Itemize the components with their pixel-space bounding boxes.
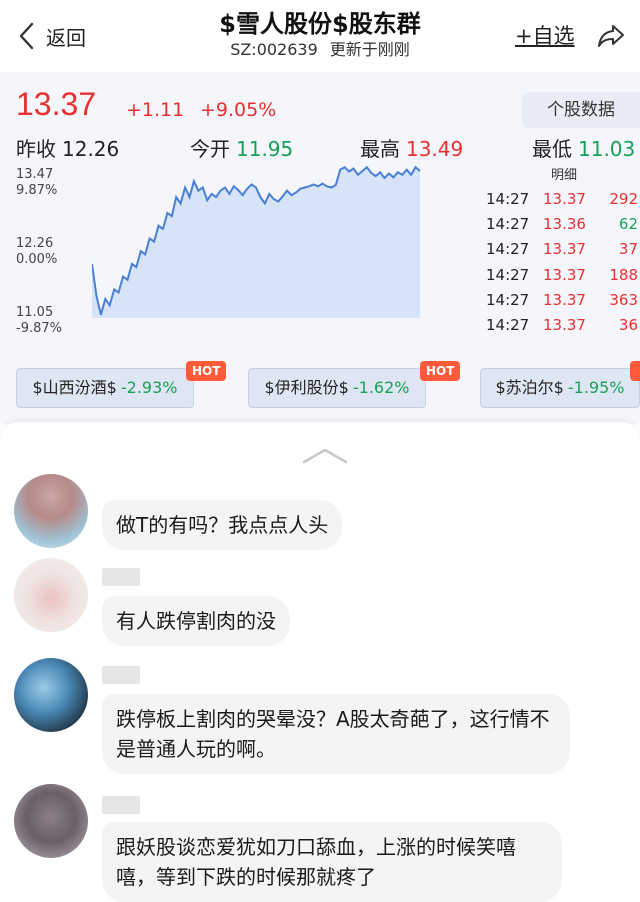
tick-row: 14:27 13.36 62 [478, 211, 640, 236]
username-blurred [102, 666, 140, 684]
tick-price: 13.36 [543, 214, 586, 233]
stat-low: 最低 11.03 [532, 133, 635, 162]
stat-value: 11.95 [236, 137, 294, 161]
quote-panel: 13.37 +1.11 +9.05% 个股数据 昨收 12.26 今开 11.95 … [0, 72, 640, 424]
axis-high-price: 13.47 [16, 167, 54, 182]
username-blurred [102, 568, 140, 586]
avatar[interactable] [14, 658, 88, 732]
axis-mid-price: 12.26 [16, 236, 54, 251]
add-watchlist-button[interactable]: +自选 [515, 20, 575, 50]
tick-row: 14:27 13.37 36 [478, 312, 640, 337]
ticks-header: 明细 [550, 168, 577, 183]
stat-prev-close: 昨收 12.26 [16, 133, 119, 162]
current-price: 13.37 [16, 86, 97, 122]
intraday-chart[interactable] [92, 164, 430, 318]
tick-price: 13.37 [543, 189, 586, 208]
hot-badge-partial [630, 361, 640, 381]
stock-code: SZ:002639 [230, 40, 318, 59]
tick-price: 13.37 [543, 316, 586, 335]
chat-message: 跟妖股谈恋爱犹如刀口舔血，上涨的时候笑嘻嘻，等到下跌的时候那就疼了 [102, 822, 562, 902]
tick-volume: 62 [618, 214, 638, 233]
chat-message: 有人跌停割肉的没 [102, 596, 290, 646]
tick-volume: 37 [618, 240, 638, 259]
tick-time: 14:27 [486, 240, 530, 259]
tick-time: 14:27 [486, 316, 530, 335]
chat-panel: 做T的有吗？我点点人头 有人跌停割肉的没 跌停板上割肉的哭晕没？A股太奇葩了，这… [0, 422, 640, 902]
tick-volume: 292 [609, 189, 638, 208]
stat-value: 11.03 [578, 137, 636, 161]
related-stock-name: $伊利股份$ [264, 378, 349, 397]
tick-price: 13.37 [543, 265, 586, 284]
chat-message: 做T的有吗？我点点人头 [102, 500, 343, 550]
chevron-up-icon[interactable] [300, 446, 350, 466]
tick-row: 14:27 13.37 188 [478, 262, 640, 287]
axis-low-pct: -9.87% [16, 321, 62, 336]
tick-price: 13.37 [543, 290, 586, 309]
related-stock-3[interactable]: $苏泊尔$ -1.95% [480, 368, 640, 408]
stat-label: 最低 [532, 137, 572, 161]
related-stock-name: $山西汾酒$ [32, 378, 117, 397]
related-stock-1[interactable]: $山西汾酒$ -2.93% [16, 368, 194, 408]
tick-time: 14:27 [486, 189, 530, 208]
chat-message: 跌停板上割肉的哭晕没？A股太奇葩了，这行情不是普通人玩的啊。 [102, 694, 570, 774]
tick-time: 14:27 [486, 214, 530, 233]
axis-low-price: 11.05 [16, 305, 54, 320]
tick-time: 14:27 [486, 265, 530, 284]
price-change-percent: +9.05% [200, 99, 277, 121]
related-stock-change: -2.93% [120, 378, 178, 397]
tick-time: 14:27 [486, 290, 530, 309]
stock-data-button[interactable]: 个股数据 [522, 92, 640, 128]
tick-volume: 188 [609, 265, 638, 284]
related-stock-change: -1.62% [352, 378, 410, 397]
username-blurred [102, 796, 140, 814]
related-stock-name: $苏泊尔$ [495, 378, 564, 397]
axis-mid-labels: 12.26 0.00% [16, 236, 57, 268]
avatar[interactable] [14, 558, 88, 632]
tick-volume: 36 [618, 316, 638, 335]
tick-row: 14:27 13.37 292 [478, 186, 640, 211]
tick-row: 14:27 13.37 37 [478, 237, 640, 262]
hot-badge: HOT [186, 361, 227, 381]
avatar[interactable] [14, 474, 88, 548]
stat-high: 最高 13.49 [360, 133, 463, 162]
axis-high-pct: 9.87% [16, 183, 58, 198]
stat-open: 今开 11.95 [190, 133, 293, 162]
related-stock-2[interactable]: $伊利股份$ -1.62% [248, 368, 426, 408]
tick-volume: 363 [609, 290, 638, 309]
related-stock-change: -1.95% [567, 378, 625, 397]
hot-badge: HOT [420, 361, 461, 381]
stat-label: 今开 [190, 137, 230, 161]
stat-value: 13.49 [406, 137, 464, 161]
avatar[interactable] [14, 784, 88, 858]
axis-mid-pct: 0.00% [16, 252, 58, 267]
tick-row: 14:27 13.37 363 [478, 287, 640, 312]
axis-low-labels: 11.05 -9.87% [16, 305, 62, 337]
axis-high-labels: 13.47 9.87% [16, 167, 57, 199]
top-bar: 返回 $雪人股份$股东群 SZ:002639 更新于刚刚 +自选 [0, 0, 640, 70]
update-status: 更新于刚刚 [329, 40, 410, 59]
stat-label: 昨收 [16, 137, 56, 161]
stat-value: 12.26 [62, 137, 120, 161]
price-change: +1.11 [126, 99, 185, 121]
trade-ticks: 明细 14:27 13.37 292 14:27 13.36 62 14:27 13.37 37… [478, 164, 640, 338]
stat-label: 最高 [360, 137, 400, 161]
share-icon[interactable] [596, 22, 626, 50]
tick-price: 13.37 [543, 240, 586, 259]
